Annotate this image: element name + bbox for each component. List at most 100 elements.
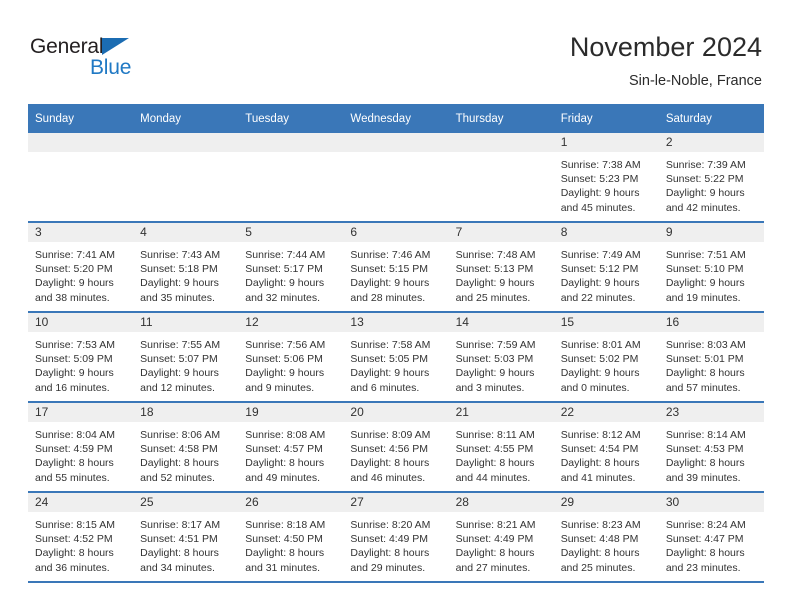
calendar-day-cell[interactable]: 27 Sunrise: 8:20 AM Sunset: 4:49 PM Dayligh… [343, 492, 449, 583]
calendar-day-cell[interactable]: 17 Sunrise: 8:04 AM Sunset: 4:59 PM Dayligh… [28, 402, 134, 493]
daylight-text: and 49 minutes. [245, 471, 320, 484]
sunset-text: Sunset: 4:49 PM [455, 533, 534, 546]
sunset-text: Sunset: 5:07 PM [140, 353, 218, 366]
daylight-text: Daylight: 8 hours [455, 457, 535, 470]
sunrise-text: Sunrise: 7:46 AM [350, 249, 431, 261]
calendar-day-cell[interactable]: 15 Sunrise: 8:01 AM Sunset: 5:02 PM Dayligh… [553, 312, 659, 403]
sunrise-text: Sunrise: 7:41 AM [35, 249, 115, 261]
calendar-day-cell[interactable]: 29 Sunrise: 8:23 AM Sunset: 4:48 PM Dayligh… [553, 492, 659, 583]
sunset-text: Sunset: 4:49 PM [350, 533, 429, 546]
day-number: 2 [658, 133, 764, 152]
calendar-day-cell[interactable]: 25 Sunrise: 8:17 AM Sunset: 4:51 PM Dayligh… [133, 492, 239, 583]
calendar-day-cell-empty [238, 133, 344, 223]
sunrise-text: Sunrise: 8:04 AM [35, 429, 115, 441]
daylight-text: Daylight: 8 hours [350, 547, 430, 560]
day-details: Sunrise: 8:14 AM Sunset: 4:53 PM Daylight:… [659, 422, 764, 485]
calendar-day-cell[interactable]: 3 Sunrise: 7:41 AM Sunset: 5:20 PM Daylight… [28, 222, 134, 313]
sunrise-text: Sunrise: 8:14 AM [665, 429, 746, 441]
day-details: Sunrise: 7:58 AM Sunset: 5:05 PM Daylight:… [343, 332, 448, 395]
weekday-header-thursday: Thursday [448, 104, 554, 133]
day-details: Sunrise: 8:18 AM Sunset: 4:50 PM Daylight:… [238, 512, 343, 575]
calendar-day-cell[interactable]: 11 Sunrise: 7:55 AM Sunset: 5:07 PM Dayligh… [133, 312, 239, 403]
day-details: Sunrise: 8:20 AM Sunset: 4:49 PM Daylight:… [343, 512, 448, 575]
calendar-day-cell[interactable]: 10 Sunrise: 7:53 AM Sunset: 5:09 PM Dayligh… [28, 312, 134, 403]
calendar-day-cell[interactable]: 22 Sunrise: 8:12 AM Sunset: 4:54 PM Dayligh… [553, 402, 659, 493]
sunset-text: Sunset: 4:48 PM [560, 533, 639, 546]
sunrise-text: Sunrise: 7:53 AM [35, 339, 115, 351]
calendar-day-cell[interactable]: 1 Sunrise: 7:38 AM Sunset: 5:23 PM Daylight… [553, 133, 659, 223]
calendar-day-cell[interactable]: 9 Sunrise: 7:51 AM Sunset: 5:10 PM Daylight… [658, 222, 764, 313]
daylight-text: Daylight: 8 hours [35, 457, 114, 470]
day-number: 11 [133, 313, 239, 332]
day-details [238, 152, 343, 158]
daylight-text: Daylight: 9 hours [140, 367, 219, 380]
day-details: Sunrise: 7:44 AM Sunset: 5:17 PM Daylight:… [238, 242, 343, 305]
daylight-text: Daylight: 8 hours [560, 457, 640, 470]
day-details: Sunrise: 7:51 AM Sunset: 5:10 PM Daylight:… [659, 242, 764, 305]
calendar-day-cell[interactable]: 24 Sunrise: 8:15 AM Sunset: 4:52 PM Dayligh… [28, 492, 134, 583]
sunrise-text: Sunrise: 8:09 AM [350, 429, 431, 441]
calendar-day-cell[interactable]: 12 Sunrise: 7:56 AM Sunset: 5:06 PM Dayligh… [238, 312, 344, 403]
day-number: 8 [553, 223, 659, 242]
calendar-day-cell[interactable]: 2 Sunrise: 7:39 AM Sunset: 5:22 PM Daylight… [658, 133, 764, 223]
calendar-day-cell[interactable]: 5 Sunrise: 7:44 AM Sunset: 5:17 PM Daylight… [238, 222, 344, 313]
daylight-text: Daylight: 8 hours [560, 547, 640, 560]
sunset-text: Sunset: 4:54 PM [560, 443, 639, 456]
calendar-day-cell[interactable]: 30 Sunrise: 8:24 AM Sunset: 4:47 PM Dayligh… [658, 492, 764, 583]
calendar-day-cell[interactable]: 16 Sunrise: 8:03 AM Sunset: 5:01 PM Dayligh… [658, 312, 764, 403]
sunrise-text: Sunrise: 8:12 AM [560, 429, 641, 441]
day-number: 21 [448, 403, 554, 422]
day-details: Sunrise: 8:21 AM Sunset: 4:49 PM Daylight:… [449, 512, 554, 575]
calendar-day-cell[interactable]: 4 Sunrise: 7:43 AM Sunset: 5:18 PM Daylight… [133, 222, 239, 313]
day-details: Sunrise: 7:53 AM Sunset: 5:09 PM Daylight:… [28, 332, 133, 395]
daylight-text: and 12 minutes. [140, 381, 215, 394]
calendar-day-cell[interactable]: 23 Sunrise: 8:14 AM Sunset: 4:53 PM Dayligh… [658, 402, 764, 493]
weekday-header-saturday: Saturday [658, 104, 764, 133]
calendar-body: 1 Sunrise: 7:38 AM Sunset: 5:23 PM Daylight… [28, 133, 764, 583]
calendar-day-cell[interactable]: 14 Sunrise: 7:59 AM Sunset: 5:03 PM Dayligh… [448, 312, 554, 403]
sunrise-text: Sunrise: 7:38 AM [560, 159, 641, 171]
daylight-text: and 23 minutes. [665, 561, 741, 574]
day-number: 10 [28, 313, 134, 332]
day-number: 22 [553, 403, 659, 422]
calendar-day-cell[interactable]: 19 Sunrise: 8:08 AM Sunset: 4:57 PM Dayligh… [238, 402, 344, 493]
daylight-text: and 6 minutes. [350, 381, 420, 394]
daylight-text: Daylight: 9 hours [245, 367, 325, 380]
calendar-day-cell[interactable]: 21 Sunrise: 8:11 AM Sunset: 4:55 PM Dayligh… [448, 402, 554, 493]
calendar-day-cell[interactable]: 20 Sunrise: 8:09 AM Sunset: 4:56 PM Dayligh… [343, 402, 449, 493]
sunset-text: Sunset: 4:47 PM [665, 533, 744, 546]
calendar-day-cell[interactable]: 6 Sunrise: 7:46 AM Sunset: 5:15 PM Daylight… [343, 222, 449, 313]
daylight-text: and 36 minutes. [35, 561, 110, 574]
daylight-text: Daylight: 9 hours [245, 277, 325, 290]
sunset-text: Sunset: 5:23 PM [560, 173, 639, 186]
calendar-day-cell[interactable]: 8 Sunrise: 7:49 AM Sunset: 5:12 PM Daylight… [553, 222, 659, 313]
day-details: Sunrise: 7:39 AM Sunset: 5:22 PM Daylight:… [659, 152, 764, 215]
daylight-text: and 28 minutes. [350, 291, 426, 304]
calendar-page: General Blue November 2024 Sin-le-Noble,… [0, 0, 792, 612]
daylight-text: and 34 minutes. [140, 561, 215, 574]
daylight-text: Daylight: 9 hours [665, 277, 745, 290]
sunrise-text: Sunrise: 7:49 AM [560, 249, 641, 261]
sunrise-text: Sunrise: 8:18 AM [245, 519, 326, 531]
daylight-text: Daylight: 8 hours [35, 547, 114, 560]
calendar-day-cell[interactable]: 7 Sunrise: 7:48 AM Sunset: 5:13 PM Daylight… [448, 222, 554, 313]
day-details: Sunrise: 8:06 AM Sunset: 4:58 PM Daylight:… [133, 422, 238, 485]
calendar-day-cell[interactable]: 13 Sunrise: 7:58 AM Sunset: 5:05 PM Dayligh… [343, 312, 449, 403]
calendar-day-cell[interactable]: 28 Sunrise: 8:21 AM Sunset: 4:49 PM Dayligh… [448, 492, 554, 583]
day-details: Sunrise: 8:12 AM Sunset: 4:54 PM Daylight:… [554, 422, 659, 485]
daylight-text: and 42 minutes. [665, 201, 741, 214]
sunrise-text: Sunrise: 8:15 AM [35, 519, 115, 531]
sunset-text: Sunset: 4:51 PM [140, 533, 218, 546]
day-details [28, 152, 133, 158]
daylight-text: Daylight: 9 hours [35, 277, 114, 290]
daylight-text: Daylight: 9 hours [140, 277, 219, 290]
daylight-text: and 9 minutes. [245, 381, 315, 394]
day-number: 24 [28, 493, 134, 512]
sunrise-text: Sunrise: 8:08 AM [245, 429, 326, 441]
day-number: 23 [658, 403, 764, 422]
calendar-day-cell[interactable]: 18 Sunrise: 8:06 AM Sunset: 4:58 PM Dayligh… [133, 402, 239, 493]
day-number: 30 [658, 493, 764, 512]
calendar-day-cell[interactable]: 26 Sunrise: 8:18 AM Sunset: 4:50 PM Dayligh… [238, 492, 344, 583]
sunrise-text: Sunrise: 7:58 AM [350, 339, 431, 351]
daylight-text: and 32 minutes. [245, 291, 320, 304]
